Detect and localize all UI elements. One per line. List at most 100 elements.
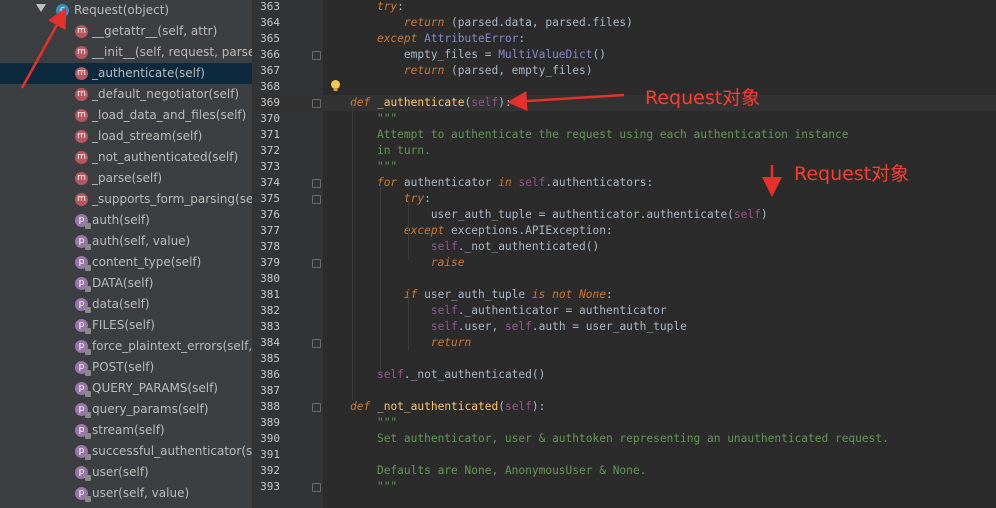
code-line[interactable]: def _authenticate(self): bbox=[350, 95, 512, 111]
tree-item[interactable]: p auth(self, value) bbox=[0, 231, 254, 252]
tree-item[interactable]: m _default_negotiator(self) bbox=[0, 84, 254, 105]
tree-item-label: content_type(self) bbox=[92, 255, 202, 269]
fold-marker-icon[interactable] bbox=[312, 179, 321, 188]
code-line[interactable]: for authenticator in self.authenticators… bbox=[350, 175, 653, 191]
tree-item[interactable]: m _authenticate(self) bbox=[0, 63, 254, 84]
indent-guide bbox=[352, 103, 353, 400]
tree-item[interactable]: p query_params(self) bbox=[0, 399, 254, 420]
line-number: 391 bbox=[260, 448, 280, 461]
tree-item-label: DATA(self) bbox=[92, 276, 154, 290]
lock-icon bbox=[85, 286, 91, 292]
tree-item[interactable]: p DATA(self) bbox=[0, 273, 254, 294]
tree-item-label: __getattr__(self, attr) bbox=[92, 24, 218, 38]
property-icon: p bbox=[75, 298, 91, 313]
tree-item-label: _authenticate(self) bbox=[92, 66, 205, 80]
code-line[interactable]: return bbox=[350, 335, 471, 351]
lightbulb-icon[interactable] bbox=[330, 80, 341, 92]
tree-root-label: Request(object) bbox=[74, 3, 170, 17]
line-number: 392 bbox=[260, 464, 280, 477]
fold-marker-icon[interactable] bbox=[312, 403, 321, 412]
lock-icon bbox=[85, 496, 91, 502]
code-line[interactable]: self._not_authenticated() bbox=[350, 239, 599, 255]
tree-item[interactable]: p auth(self) bbox=[0, 210, 254, 231]
tree-item-label: data(self) bbox=[92, 297, 150, 311]
tree-item[interactable]: p force_plaintext_errors(self, v bbox=[0, 336, 254, 357]
code-line[interactable]: user_auth_tuple = authenticator.authenti… bbox=[350, 207, 768, 223]
fold-marker-icon[interactable] bbox=[312, 483, 321, 492]
tree-item-label: stream(self) bbox=[92, 423, 165, 437]
fold-marker-icon[interactable] bbox=[312, 259, 321, 268]
tree-item[interactable]: m _supports_form_parsing(sel bbox=[0, 189, 254, 210]
expand-arrow-icon[interactable] bbox=[36, 4, 46, 12]
fold-marker-icon[interactable] bbox=[312, 339, 321, 348]
code-line[interactable]: """ bbox=[350, 415, 397, 431]
tree-item[interactable]: m __getattr__(self, attr) bbox=[0, 21, 254, 42]
line-number: 382 bbox=[260, 304, 280, 317]
line-number: 365 bbox=[260, 32, 280, 45]
tree-item[interactable]: p FILES(self) bbox=[0, 315, 254, 336]
code-line[interactable]: def _not_authenticated(self): bbox=[350, 399, 545, 415]
line-number: 390 bbox=[260, 432, 280, 445]
method-icon: m bbox=[75, 130, 88, 143]
code-line[interactable]: """ bbox=[350, 111, 397, 127]
code-line[interactable]: except AttributeError: bbox=[350, 31, 525, 47]
tree-root-request[interactable]: c Request(object) bbox=[0, 0, 254, 21]
code-line[interactable]: try: bbox=[350, 0, 404, 15]
code-line[interactable]: self._authenticator = authenticator bbox=[350, 303, 667, 319]
tree-item[interactable]: p QUERY_PARAMS(self) bbox=[0, 378, 254, 399]
tree-item-label: _parse(self) bbox=[92, 171, 163, 185]
code-line[interactable]: except exceptions.APIException: bbox=[350, 223, 613, 239]
tree-item[interactable]: p user(self) bbox=[0, 462, 254, 483]
code-line[interactable]: self.user, self.auth = user_auth_tuple bbox=[350, 319, 687, 335]
annotation-label-2: Request对象 bbox=[794, 163, 910, 185]
method-icon: m bbox=[75, 109, 88, 122]
line-number: 374 bbox=[260, 176, 280, 189]
property-icon: p bbox=[75, 340, 91, 355]
lock-icon bbox=[85, 328, 91, 334]
tree-item[interactable]: m _load_data_and_files(self) bbox=[0, 105, 254, 126]
tree-item-label: user(self) bbox=[92, 465, 149, 479]
line-number: 375 bbox=[260, 192, 280, 205]
tree-item-label: FILES(self) bbox=[92, 318, 155, 332]
annotation-label-1: Request对象 bbox=[645, 87, 761, 109]
code-line[interactable]: if user_auth_tuple is not None: bbox=[350, 287, 613, 303]
code-line[interactable]: Defaults are None, AnonymousUser & None. bbox=[350, 463, 646, 479]
code-line[interactable]: Attempt to authenticate the request usin… bbox=[350, 127, 848, 143]
line-number: 384 bbox=[260, 336, 280, 349]
tree-item-label: QUERY_PARAMS(self) bbox=[92, 381, 218, 395]
fold-marker-icon[interactable] bbox=[312, 195, 321, 204]
tree-item[interactable]: p data(self) bbox=[0, 294, 254, 315]
fold-marker-icon[interactable] bbox=[312, 51, 321, 60]
line-number: 369 bbox=[260, 96, 280, 109]
tree-item[interactable]: m _parse(self) bbox=[0, 168, 254, 189]
tree-item-label: __init__(self, request, parsers bbox=[92, 45, 254, 59]
tree-item[interactable]: m _load_stream(self) bbox=[0, 126, 254, 147]
method-icon: m bbox=[75, 172, 88, 185]
tree-item-label: _not_authenticated(self) bbox=[92, 150, 239, 164]
method-icon: m bbox=[75, 88, 88, 101]
lock-icon bbox=[85, 223, 91, 229]
tree-item-label: user(self, value) bbox=[92, 486, 190, 500]
lock-icon bbox=[85, 265, 91, 271]
code-line[interactable]: in turn. bbox=[350, 143, 431, 159]
tree-item[interactable]: m __init__(self, request, parsers bbox=[0, 42, 254, 63]
property-icon: p bbox=[75, 403, 91, 418]
tree-item[interactable]: p content_type(self) bbox=[0, 252, 254, 273]
code-line[interactable]: """ bbox=[350, 159, 397, 175]
method-icon: m bbox=[75, 67, 88, 80]
tree-item[interactable]: p POST(self) bbox=[0, 357, 254, 378]
code-line[interactable]: return (parsed, empty_files) bbox=[350, 63, 593, 79]
lock-icon bbox=[85, 433, 91, 439]
tree-item[interactable]: p successful_authenticator(self bbox=[0, 441, 254, 462]
line-number: 378 bbox=[260, 240, 280, 253]
code-line[interactable]: return (parsed.data, parsed.files) bbox=[350, 15, 633, 31]
tree-item[interactable]: p stream(self) bbox=[0, 420, 254, 441]
tree-item[interactable]: p user(self, value) bbox=[0, 483, 254, 504]
code-line[interactable]: Set authenticator, user & authtoken repr… bbox=[350, 431, 889, 447]
code-line[interactable]: try: bbox=[350, 191, 431, 207]
code-line[interactable]: """ bbox=[350, 479, 397, 495]
tree-item[interactable]: m _not_authenticated(self) bbox=[0, 147, 254, 168]
code-line[interactable]: empty_files = MultiValueDict() bbox=[350, 47, 606, 63]
line-number: 388 bbox=[260, 400, 280, 413]
fold-marker-icon[interactable] bbox=[312, 99, 321, 108]
